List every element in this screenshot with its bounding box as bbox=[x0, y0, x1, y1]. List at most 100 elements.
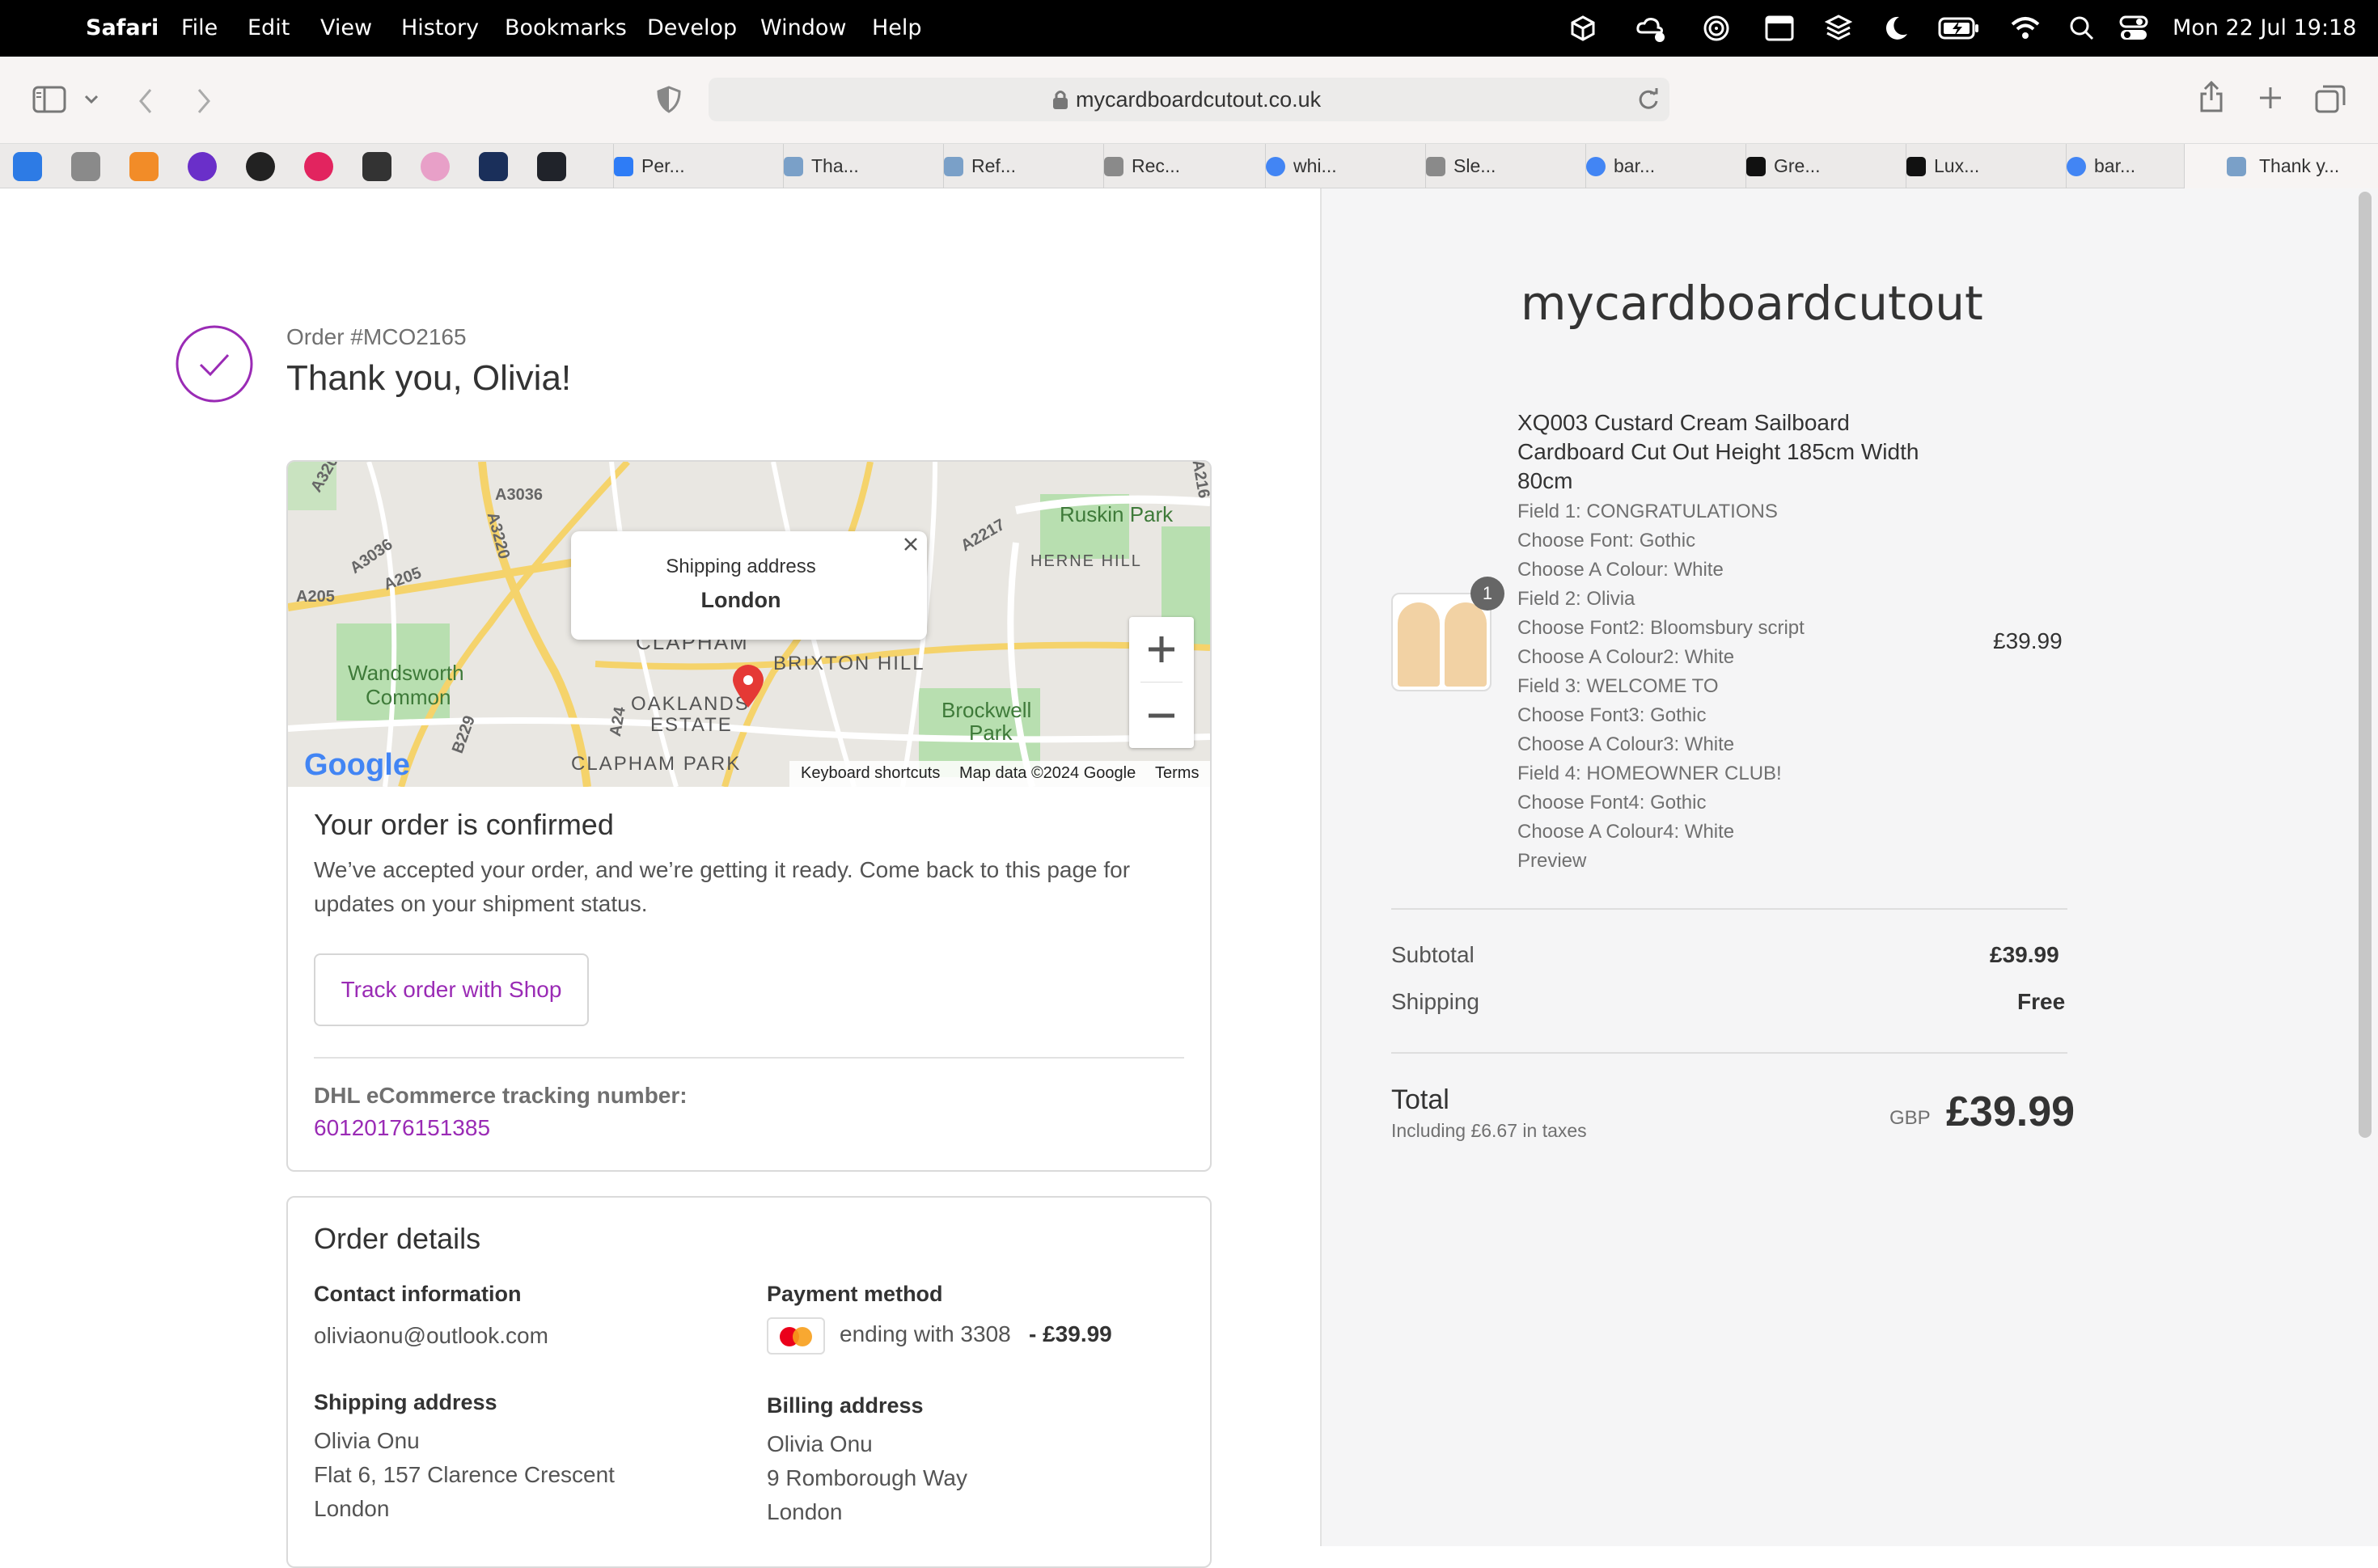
tab-6[interactable]: bar... bbox=[1585, 144, 1716, 188]
back-icon[interactable] bbox=[136, 87, 155, 115]
tab-4[interactable]: whi... bbox=[1265, 144, 1396, 188]
menu-help[interactable]: Help bbox=[872, 0, 922, 57]
map-zoom-controls bbox=[1129, 617, 1194, 748]
google-logo: Google bbox=[304, 748, 410, 782]
menubar-clock[interactable]: Mon 22 Jul 19:18 bbox=[2173, 0, 2356, 57]
zoom-out-icon[interactable] bbox=[1147, 701, 1176, 730]
battery-icon[interactable] bbox=[1938, 16, 1980, 40]
tab-2[interactable]: Ref... bbox=[943, 144, 1074, 188]
zoom-in-icon[interactable] bbox=[1147, 635, 1176, 664]
tab-favicon-icon bbox=[944, 157, 963, 176]
map-label-wandsworth: Wandsworth bbox=[348, 661, 464, 685]
tracking-number-link[interactable]: 60120176151385 bbox=[314, 1115, 490, 1141]
line-item-price: £39.99 bbox=[1993, 628, 2063, 653]
order-details-title: Order details bbox=[314, 1222, 481, 1255]
tab-5[interactable]: Sle... bbox=[1425, 144, 1556, 188]
chevron-down-icon[interactable] bbox=[84, 94, 99, 105]
tab-favicon-icon bbox=[614, 157, 633, 176]
tab-favicon-icon bbox=[1906, 157, 1926, 176]
focus-icon[interactable] bbox=[1702, 14, 1731, 43]
menu-app-name[interactable]: Safari bbox=[86, 0, 159, 57]
reload-icon[interactable] bbox=[1637, 88, 1660, 111]
pinned-tab-ebay-icon[interactable] bbox=[362, 152, 391, 181]
track-order-button[interactable]: Track order with Shop bbox=[314, 953, 589, 1026]
payment-label: Payment method bbox=[767, 1282, 943, 1306]
option-0: Field 1: CONGRATULATIONS bbox=[1517, 501, 1778, 522]
tab-favicon-icon bbox=[1586, 157, 1606, 176]
search-icon[interactable] bbox=[2069, 15, 2095, 41]
pinned-tab-o-icon[interactable] bbox=[71, 152, 100, 181]
option-3: Field 2: Olivia bbox=[1517, 588, 1635, 610]
map-label-estate: ESTATE bbox=[650, 714, 733, 736]
tab-8[interactable]: Lux... bbox=[1906, 144, 2037, 188]
moon-icon[interactable] bbox=[1883, 15, 1909, 42]
menu-file[interactable]: File bbox=[181, 0, 218, 57]
scrollbar[interactable] bbox=[2359, 192, 2372, 1138]
tab-favicon-icon bbox=[2067, 157, 2086, 176]
tab-favicon-icon bbox=[1104, 157, 1123, 176]
layers-icon[interactable] bbox=[1825, 14, 1852, 43]
control-center-icon[interactable] bbox=[2119, 15, 2148, 42]
package-icon[interactable] bbox=[1569, 15, 1597, 42]
tab-3[interactable]: Rec... bbox=[1103, 144, 1234, 188]
weather-icon[interactable] bbox=[1635, 13, 1668, 44]
menu-window[interactable]: Window bbox=[760, 0, 846, 57]
divider bbox=[314, 1057, 1184, 1059]
new-tab-icon[interactable] bbox=[2258, 86, 2283, 110]
tab-9[interactable]: bar... bbox=[2066, 144, 2197, 188]
wifi-icon[interactable] bbox=[2009, 15, 2042, 40]
map[interactable]: A320 A3036 A3220 A3036 A205 A205 Wandswo… bbox=[288, 462, 1210, 787]
tab-active[interactable]: Thank y... bbox=[2184, 144, 2378, 188]
tab-7[interactable]: Gre... bbox=[1745, 144, 1877, 188]
preview-link[interactable]: Preview bbox=[1517, 847, 1586, 876]
order-summary-panel: mycardboardcutout 1 XQ003 Custard Cream … bbox=[1320, 188, 2378, 1546]
menu-history[interactable]: History bbox=[401, 0, 479, 57]
pinned-tab-react-icon[interactable] bbox=[537, 152, 566, 181]
payment-amount: - £39.99 bbox=[1029, 1321, 1112, 1346]
lock-icon bbox=[1053, 91, 1068, 109]
privacy-shield-icon[interactable] bbox=[657, 86, 681, 113]
map-pin-icon[interactable] bbox=[731, 664, 765, 709]
menu-develop[interactable]: Develop bbox=[647, 0, 737, 57]
share-icon[interactable] bbox=[2198, 81, 2224, 113]
map-keyboard-shortcuts[interactable]: Keyboard shortcuts bbox=[801, 764, 940, 783]
tab-overview-icon[interactable] bbox=[2315, 84, 2346, 113]
pinned-tab-a-icon[interactable] bbox=[479, 152, 508, 181]
map-label-clapham-park: CLAPHAM PARK bbox=[571, 753, 742, 775]
address-bar[interactable]: mycardboardcutout.co.uk bbox=[709, 78, 1669, 121]
map-popup-title: Shipping address bbox=[666, 556, 816, 577]
store-logo[interactable]: mycardboardcutout bbox=[1521, 276, 1983, 331]
shipping-address-label: Shipping address bbox=[314, 1390, 497, 1414]
pinned-tab-box-icon[interactable] bbox=[129, 152, 159, 181]
map-terms[interactable]: Terms bbox=[1155, 764, 1199, 783]
close-icon[interactable] bbox=[903, 536, 919, 552]
menu-edit[interactable]: Edit bbox=[248, 0, 290, 57]
subtotal-label: Subtotal bbox=[1391, 942, 1475, 967]
tab-0[interactable]: Per... bbox=[613, 144, 744, 188]
tab-1[interactable]: Tha... bbox=[783, 144, 914, 188]
confirmed-title: Your order is confirmed bbox=[314, 808, 614, 841]
pinned-tab-spiral-icon[interactable] bbox=[246, 152, 275, 181]
map-label-herne-hill: HERNE HILL bbox=[1030, 552, 1142, 570]
option-10: Choose Font4: Gothic bbox=[1517, 792, 1707, 814]
map-label-a3036: A3036 bbox=[495, 486, 543, 504]
billing-line-2: 9 Romborough Way bbox=[767, 1465, 967, 1490]
product-thumbnail bbox=[1391, 593, 1492, 691]
order-details-card: Order details Contact information olivia… bbox=[286, 1196, 1212, 1568]
pinned-tab-flower-icon[interactable] bbox=[421, 152, 450, 181]
divider bbox=[1391, 1052, 2067, 1054]
map-data-credit: Map data ©2024 Google bbox=[959, 764, 1136, 782]
map-label-park: Park bbox=[969, 721, 1013, 745]
option-2: Choose A Colour: White bbox=[1517, 559, 1724, 581]
pinned-tab-pocket-icon[interactable] bbox=[304, 152, 333, 181]
mastercard-icon bbox=[767, 1317, 825, 1355]
pinned-tab-translate-icon[interactable] bbox=[13, 152, 42, 181]
forward-icon[interactable] bbox=[194, 87, 214, 115]
currency-code: GBP bbox=[1889, 1107, 1931, 1129]
menu-view[interactable]: View bbox=[320, 0, 372, 57]
menu-bookmarks[interactable]: Bookmarks bbox=[505, 0, 627, 57]
tab-bar: Per... Tha... Ref... Rec... whi... Sle..… bbox=[0, 144, 2378, 188]
window-icon[interactable] bbox=[1765, 15, 1794, 42]
pinned-tab-u-icon[interactable] bbox=[188, 152, 217, 181]
sidebar-icon[interactable] bbox=[32, 86, 66, 113]
